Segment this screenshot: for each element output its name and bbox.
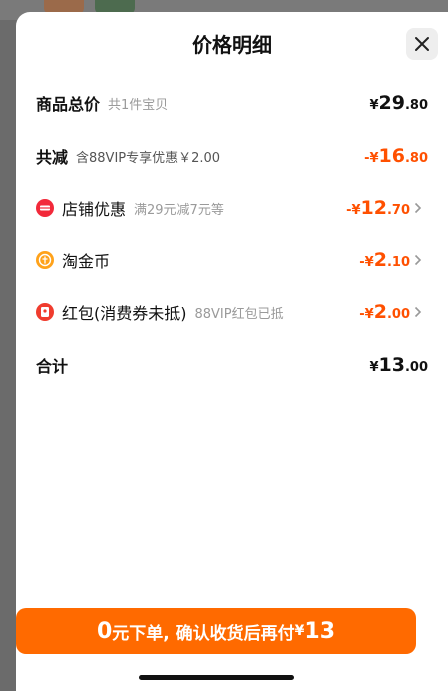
amount-integer: 16 bbox=[378, 145, 405, 167]
goods-total-amount: ¥29.80 bbox=[369, 92, 428, 114]
price-detail-sheet: 价格明细 商品总价 共1件宝贝 ¥29.80 共减 含88VIP专享优惠￥2.0… bbox=[16, 12, 448, 691]
total-reduction-label: 共减 bbox=[36, 148, 69, 167]
taojinbi-row[interactable]: 淘金币 -¥ 2.10 bbox=[36, 245, 428, 275]
goods-total-count: 共1件宝贝 bbox=[108, 97, 169, 113]
currency-symbol: -¥ bbox=[364, 151, 379, 166]
amount-integer: 13 bbox=[378, 354, 405, 376]
cta-text: 元下单, 确认收货后再付 bbox=[112, 623, 295, 644]
cta-lead-number: 0 bbox=[96, 618, 113, 644]
cta-amount: 13 bbox=[304, 618, 336, 644]
total-label: 合计 bbox=[36, 357, 69, 376]
amount-integer: 12 bbox=[360, 197, 387, 219]
amount-decimal: .00 bbox=[386, 307, 410, 322]
red-packet-note: 88VIP红包已抵 bbox=[194, 306, 284, 322]
amount-decimal: .10 bbox=[386, 255, 410, 270]
cta-currency: ¥ bbox=[294, 623, 305, 639]
close-button[interactable] bbox=[406, 28, 438, 60]
store-discount-row[interactable]: 店铺优惠 满29元减7元等 -¥ 12.70 bbox=[36, 193, 428, 223]
amount-decimal: .00 bbox=[404, 360, 428, 375]
place-order-button[interactable]: 0 元下单, 确认收货后再付 ¥13 bbox=[16, 608, 416, 654]
store-discount-label: 店铺优惠 bbox=[62, 200, 127, 219]
total-reduction-amount: -¥ 16.80 bbox=[364, 145, 428, 167]
sheet-title: 价格明细 bbox=[192, 33, 272, 57]
currency-symbol: -¥ bbox=[359, 307, 374, 322]
red-packet-icon bbox=[36, 303, 54, 321]
amount-decimal: .70 bbox=[386, 203, 410, 218]
total-reduction-row: 共减 含88VIP专享优惠￥2.00 -¥ 16.80 bbox=[36, 141, 428, 171]
taojinbi-label: 淘金币 bbox=[62, 252, 111, 271]
chevron-right-icon bbox=[414, 252, 428, 268]
store-discount-amount: -¥ 12.70 bbox=[346, 197, 410, 219]
amount-integer: 2 bbox=[373, 249, 387, 271]
red-packet-row[interactable]: 红包(消费券未抵) 88VIP红包已抵 -¥ 2.00 bbox=[36, 297, 428, 327]
currency-symbol: ¥ bbox=[369, 360, 379, 375]
total-amount: ¥13.00 bbox=[369, 354, 428, 376]
coin-icon bbox=[36, 251, 54, 269]
taojinbi-amount: -¥ 2.10 bbox=[359, 249, 410, 271]
chevron-right-icon bbox=[414, 200, 428, 216]
red-packet-amount: -¥ 2.00 bbox=[359, 301, 410, 323]
goods-total-label: 商品总价 bbox=[36, 95, 101, 114]
close-icon bbox=[415, 37, 429, 51]
chevron-right-icon bbox=[414, 304, 428, 320]
currency-symbol: -¥ bbox=[346, 203, 361, 218]
currency-symbol: ¥ bbox=[369, 98, 379, 113]
amount-decimal: .80 bbox=[404, 98, 428, 113]
goods-total-row: 商品总价 共1件宝贝 ¥29.80 bbox=[36, 88, 428, 118]
store-discount-note: 满29元减7元等 bbox=[134, 202, 224, 218]
total-reduction-note: 含88VIP专享优惠￥2.00 bbox=[76, 150, 221, 166]
amount-integer: 29 bbox=[378, 92, 405, 114]
currency-symbol: -¥ bbox=[359, 255, 374, 270]
home-indicator bbox=[139, 675, 294, 680]
amount-decimal: .80 bbox=[404, 151, 428, 166]
total-row: 合计 ¥13.00 bbox=[36, 350, 428, 380]
store-discount-icon bbox=[36, 199, 54, 217]
amount-integer: 2 bbox=[373, 301, 387, 323]
red-packet-label: 红包(消费券未抵) bbox=[62, 304, 187, 323]
